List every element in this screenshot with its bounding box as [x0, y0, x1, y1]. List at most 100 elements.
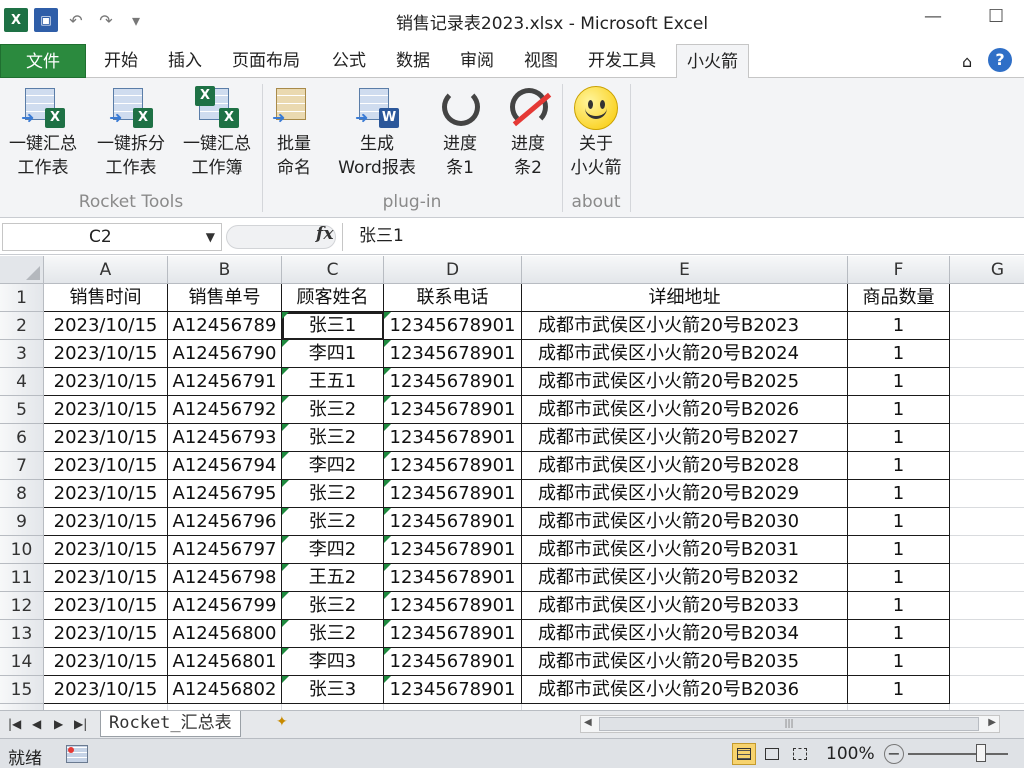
table-cell[interactable]: 成都市武侯区小火箭20号B2028 — [522, 452, 848, 480]
insert-sheet-icon[interactable]: ✦ — [276, 714, 296, 732]
table-cell[interactable]: 2023/10/15 — [44, 648, 168, 676]
table-cell[interactable]: 张三2 — [282, 592, 384, 620]
table-cell[interactable]: 成都市武侯区小火箭20号B2031 — [522, 536, 848, 564]
table-cell[interactable]: 2023/10/15 — [44, 620, 168, 648]
tab-page-layout[interactable]: 页面布局 — [230, 44, 302, 78]
table-cell[interactable]: 1 — [848, 452, 950, 480]
table-cell[interactable]: 1 — [848, 396, 950, 424]
empty-cell[interactable] — [950, 452, 1024, 480]
table-cell[interactable]: 12345678901 — [384, 480, 522, 508]
zoom-out-button[interactable]: − — [884, 744, 904, 764]
table-cell[interactable]: 12345678901 — [384, 508, 522, 536]
help-icon[interactable]: ? — [988, 48, 1012, 72]
table-cell[interactable]: 2023/10/15 — [44, 368, 168, 396]
table-cell[interactable]: A12456789 — [168, 312, 282, 340]
zoom-level[interactable]: 100% — [826, 744, 875, 764]
table-cell[interactable]: 成都市武侯区小火箭20号B2024 — [522, 340, 848, 368]
table-cell[interactable]: A12456793 — [168, 424, 282, 452]
table-cell[interactable]: 1 — [848, 312, 950, 340]
table-cell[interactable]: 1 — [848, 592, 950, 620]
table-cell[interactable]: 12345678901 — [384, 340, 522, 368]
row-header[interactable]: 15 — [0, 676, 44, 704]
table-cell[interactable]: 成都市武侯区小火箭20号B2029 — [522, 480, 848, 508]
page-layout-view-button[interactable] — [760, 743, 784, 765]
progress-bar-2-button[interactable]: 进度 条2 — [504, 82, 552, 180]
table-cell[interactable]: 12345678901 — [384, 648, 522, 676]
tab-rocket[interactable]: 小火箭 — [676, 44, 749, 79]
record-macro-icon[interactable] — [66, 745, 88, 763]
table-cell[interactable]: 2023/10/15 — [44, 312, 168, 340]
row-header[interactable]: 14 — [0, 648, 44, 676]
progress-bar-1-button[interactable]: 进度 条1 — [436, 82, 484, 180]
table-cell[interactable]: 1 — [848, 368, 950, 396]
column-header[interactable]: F — [848, 256, 950, 284]
table-cell[interactable]: 张三2 — [282, 424, 384, 452]
table-cell[interactable]: 成都市武侯区小火箭20号B2033 — [522, 592, 848, 620]
merge-sheets-button[interactable]: ➜ X 一键汇总 工作表 — [4, 82, 82, 180]
table-cell[interactable]: 成都市武侯区小火箭20号B2032 — [522, 564, 848, 592]
table-cell[interactable]: 2023/10/15 — [44, 536, 168, 564]
row-header[interactable]: 7 — [0, 452, 44, 480]
column-header[interactable]: E — [522, 256, 848, 284]
empty-cell[interactable] — [950, 620, 1024, 648]
about-rocket-button[interactable]: 关于 小火箭 — [566, 82, 626, 180]
table-cell[interactable]: 成都市武侯区小火箭20号B2030 — [522, 508, 848, 536]
table-cell[interactable]: 张三2 — [282, 620, 384, 648]
table-cell[interactable]: 12345678901 — [384, 368, 522, 396]
column-header[interactable]: D — [384, 256, 522, 284]
empty-cell[interactable] — [950, 536, 1024, 564]
table-cell[interactable]: 成都市武侯区小火箭20号B2036 — [522, 676, 848, 704]
empty-cell[interactable] — [950, 340, 1024, 368]
table-cell[interactable]: 1 — [848, 620, 950, 648]
horizontal-scroll-thumb[interactable]: ||| — [599, 717, 979, 731]
name-box[interactable]: C2 ▼ — [2, 223, 222, 251]
table-cell[interactable]: 2023/10/15 — [44, 480, 168, 508]
table-cell[interactable]: 成都市武侯区小火箭20号B2027 — [522, 424, 848, 452]
minimize-icon[interactable]: — — [924, 6, 942, 27]
ribbon-collapse-icon[interactable]: ⌂ — [962, 52, 972, 71]
word-report-button[interactable]: ➜ W 生成 Word报表 — [330, 82, 424, 180]
header-cell[interactable]: 联系电话 — [384, 284, 522, 312]
scroll-right-icon[interactable]: ▶ — [988, 717, 996, 728]
table-cell[interactable]: 12345678901 — [384, 396, 522, 424]
row-header[interactable]: 6 — [0, 424, 44, 452]
table-cell[interactable]: 李四2 — [282, 452, 384, 480]
tab-formulas[interactable]: 公式 — [330, 44, 368, 78]
empty-cell[interactable] — [950, 396, 1024, 424]
empty-cell[interactable] — [950, 424, 1024, 452]
formula-input[interactable]: 张三1 — [342, 223, 1024, 251]
normal-view-button[interactable] — [732, 743, 756, 765]
table-cell[interactable]: 1 — [848, 676, 950, 704]
header-cell[interactable]: 顾客姓名 — [282, 284, 384, 312]
table-cell[interactable]: 成都市武侯区小火箭20号B2035 — [522, 648, 848, 676]
tab-review[interactable]: 审阅 — [458, 44, 496, 78]
tab-file[interactable]: 文件 — [0, 44, 86, 78]
row-header[interactable]: 10 — [0, 536, 44, 564]
column-header[interactable]: C — [282, 256, 384, 284]
row-header[interactable]: 3 — [0, 340, 44, 368]
table-cell[interactable]: 2023/10/15 — [44, 508, 168, 536]
table-cell[interactable]: 张三2 — [282, 508, 384, 536]
table-cell[interactable]: 李四2 — [282, 536, 384, 564]
tab-home[interactable]: 开始 — [102, 44, 140, 78]
tab-view[interactable]: 视图 — [522, 44, 560, 78]
batch-rename-button[interactable]: ➜ 批量 命名 — [270, 82, 318, 180]
last-sheet-icon[interactable]: ▶| — [74, 717, 87, 731]
first-sheet-icon[interactable]: |◀ — [8, 717, 21, 731]
table-cell[interactable]: A12456796 — [168, 508, 282, 536]
zoom-slider-thumb[interactable] — [976, 744, 986, 762]
table-cell[interactable]: A12456792 — [168, 396, 282, 424]
row-header[interactable]: 8 — [0, 480, 44, 508]
select-all-button[interactable] — [0, 256, 44, 284]
table-cell[interactable]: A12456799 — [168, 592, 282, 620]
header-cell[interactable]: 详细地址 — [522, 284, 848, 312]
worksheet-grid[interactable]: A B C D E F G 1 销售时间 销售单号 顾客姓名 联系电话 详细地址 商品数量 2 2023/10… — [0, 256, 1024, 710]
table-cell[interactable]: 李四1 — [282, 340, 384, 368]
table-cell[interactable]: 成都市武侯区小火箭20号B2026 — [522, 396, 848, 424]
merge-workbooks-button[interactable]: XX 一键汇总 工作簿 — [178, 82, 256, 180]
table-cell[interactable]: 2023/10/15 — [44, 676, 168, 704]
table-cell[interactable]: 2023/10/15 — [44, 340, 168, 368]
empty-cell[interactable] — [950, 564, 1024, 592]
row-header[interactable]: 11 — [0, 564, 44, 592]
active-cell[interactable]: 张三1 — [282, 312, 384, 340]
